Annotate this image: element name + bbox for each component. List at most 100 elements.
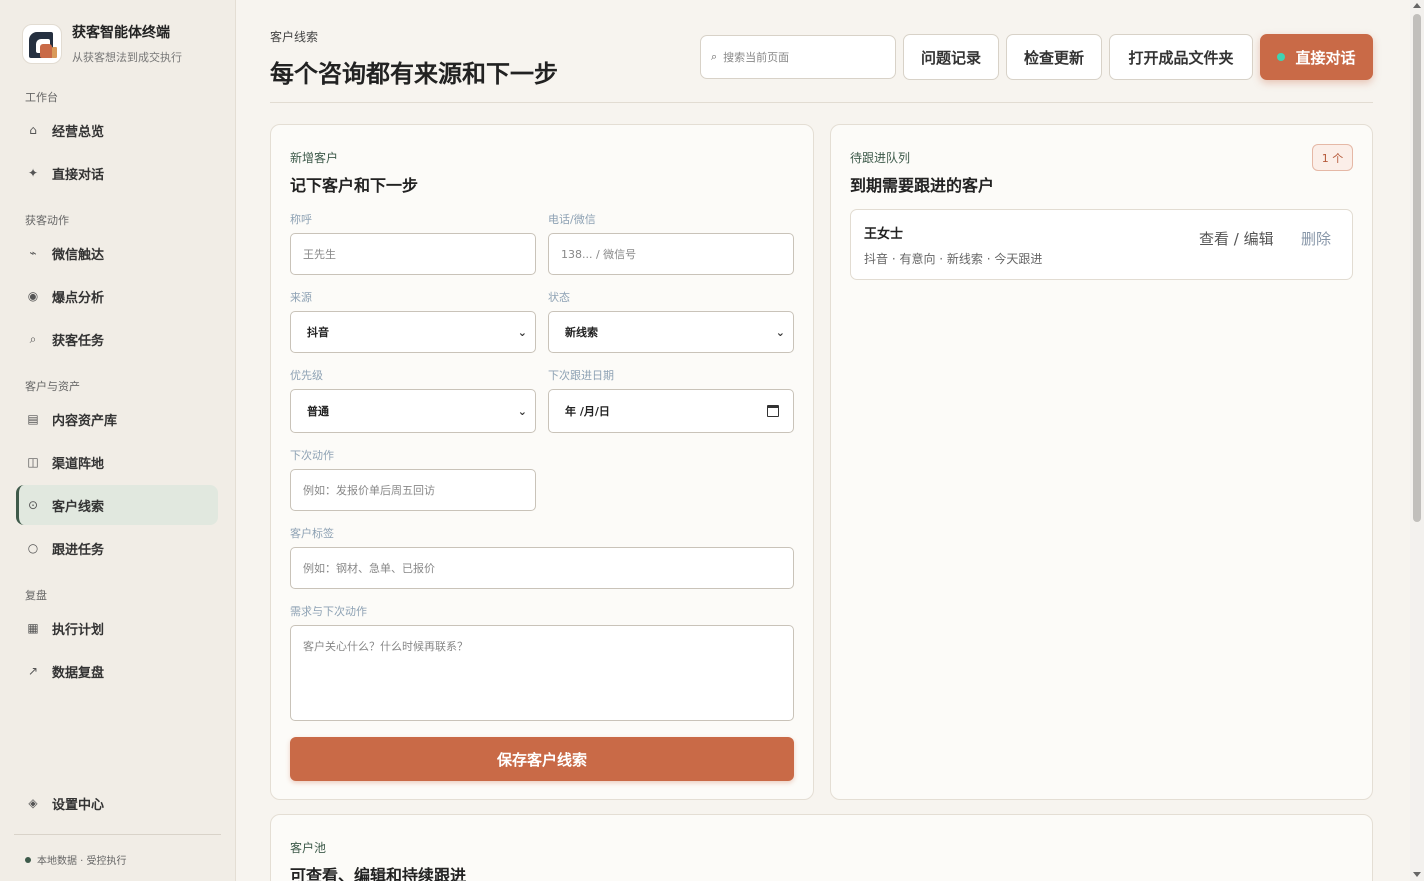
sidebar-item-tasks[interactable]: ⌕ 获客任务 bbox=[16, 319, 218, 359]
status-select[interactable]: 新线索 ⌄ bbox=[548, 311, 794, 353]
sidebar-item-label: 经营总览 bbox=[52, 124, 105, 140]
phone-label: 电话/微信 bbox=[548, 213, 596, 226]
delete-link[interactable]: 删除 bbox=[1301, 228, 1331, 249]
home-icon: ⌂ bbox=[29, 123, 37, 137]
sidebar-item-plan[interactable]: ▦ 执行计划 bbox=[16, 608, 218, 648]
page-title: 每个咨询都有来源和下一步 bbox=[270, 60, 558, 88]
scroll-thumb[interactable] bbox=[1413, 14, 1421, 522]
sidebar: 获客智能体终端 从获客想法到成交执行 工作台 ⌂ 经营总览 ✦ 直接对话 获客动… bbox=[0, 0, 236, 881]
section-label-review: 复盘 bbox=[25, 589, 47, 602]
next-date-label: 下次跟进日期 bbox=[548, 369, 614, 382]
search-box[interactable]: ⌕ bbox=[700, 35, 896, 79]
direct-chat-label: 直接对话 bbox=[1295, 48, 1356, 67]
queue-item: 王女士 抖音 · 有意向 · 新线索 · 今天跟进 查看 / 编辑 删除 bbox=[850, 209, 1353, 280]
sidebar-item-followups[interactable]: ○ 跟进任务 bbox=[16, 528, 218, 568]
sidebar-item-hot-analysis[interactable]: ◉ 爆点分析 bbox=[16, 276, 218, 316]
sparkle-icon: ✦ bbox=[27, 166, 39, 180]
view-edit-link[interactable]: 查看 / 编辑 bbox=[1199, 228, 1274, 249]
search-icon: ⌕ bbox=[29, 331, 37, 346]
tags-field[interactable] bbox=[290, 547, 794, 589]
issue-log-button[interactable]: 问题记录 bbox=[903, 34, 999, 80]
scroll-up-icon[interactable] bbox=[1413, 3, 1421, 8]
sidebar-divider bbox=[14, 834, 221, 835]
sidebar-item-assets[interactable]: ▤ 内容资产库 bbox=[16, 399, 218, 439]
tags-label: 客户标签 bbox=[290, 527, 334, 540]
source-select[interactable]: 抖音 ⌄ bbox=[290, 311, 536, 353]
footer-status-text: 本地数据 · 受控执行 bbox=[37, 856, 127, 867]
queue-title: 到期需要跟进的客户 bbox=[850, 176, 995, 195]
section-label-customers: 客户与资产 bbox=[25, 380, 80, 393]
brand: 获客智能体终端 从获客想法到成交执行 bbox=[22, 24, 182, 65]
brand-title: 获客智能体终端 bbox=[72, 25, 170, 41]
name-field[interactable] bbox=[290, 233, 536, 275]
sidebar-item-label: 执行计划 bbox=[52, 622, 105, 638]
direct-chat-button[interactable]: 直接对话 bbox=[1260, 34, 1373, 80]
circle-icon: ○ bbox=[27, 541, 39, 555]
search-icon: ⌕ bbox=[711, 50, 718, 63]
page-scrollbar[interactable] bbox=[1410, 0, 1424, 881]
header-divider bbox=[270, 102, 1373, 103]
online-dot-icon bbox=[1277, 53, 1286, 61]
target-icon: ◉ bbox=[27, 289, 39, 303]
sidebar-item-label: 设置中心 bbox=[52, 797, 105, 813]
list-icon: ▤ bbox=[27, 412, 39, 426]
sidebar-item-label: 直接对话 bbox=[52, 167, 105, 183]
status-value: 新线索 bbox=[565, 326, 598, 339]
sidebar-item-chat[interactable]: ✦ 直接对话 bbox=[16, 153, 218, 193]
wave-icon: ⌁ bbox=[29, 246, 37, 260]
sidebar-item-label: 客户线索 bbox=[52, 499, 105, 515]
phone-field[interactable] bbox=[548, 233, 794, 275]
sidebar-item-settings[interactable]: ◈ 设置中心 bbox=[16, 783, 218, 823]
priority-select[interactable]: 普通 ⌄ bbox=[290, 389, 536, 433]
section-label-acquisition: 获客动作 bbox=[25, 214, 69, 227]
next-date-value: 年 /月/日 bbox=[565, 405, 610, 418]
sidebar-item-label: 内容资产库 bbox=[52, 413, 118, 429]
queue-item-meta: 抖音 · 有意向 · 新线索 · 今天跟进 bbox=[864, 252, 1043, 266]
needs-label: 需求与下次动作 bbox=[290, 605, 367, 618]
status-label: 状态 bbox=[548, 291, 570, 304]
section-label-workbench: 工作台 bbox=[25, 91, 58, 104]
sidebar-item-label: 数据复盘 bbox=[52, 665, 105, 681]
sidebar-item-overview[interactable]: ⌂ 经营总览 bbox=[16, 110, 218, 150]
form-title: 记下客户和下一步 bbox=[290, 176, 419, 195]
queue-item-name: 王女士 bbox=[864, 227, 904, 242]
dot-circle-icon: ⊙ bbox=[27, 498, 39, 512]
open-output-folder-button[interactable]: 打开成品文件夹 bbox=[1109, 34, 1253, 80]
chevron-down-icon: ⌄ bbox=[517, 326, 527, 339]
save-lead-button[interactable]: 保存客户线索 bbox=[290, 737, 794, 781]
sidebar-item-wechat[interactable]: ⌁ 微信触达 bbox=[16, 233, 218, 273]
source-label: 来源 bbox=[290, 291, 312, 304]
grid-icon: ▦ bbox=[27, 621, 39, 635]
form-eyebrow: 新增客户 bbox=[290, 151, 339, 165]
pool-title: 可查看、编辑和持续跟进 bbox=[290, 866, 467, 881]
sidebar-item-label: 渠道阵地 bbox=[52, 456, 105, 472]
next-date-picker[interactable]: 年 /月/日 bbox=[548, 389, 794, 433]
sidebar-item-label: 跟进任务 bbox=[52, 542, 105, 558]
columns-icon: ◫ bbox=[27, 455, 39, 469]
chevron-down-icon: ⌄ bbox=[517, 405, 527, 418]
pool-eyebrow: 客户池 bbox=[290, 841, 327, 855]
next-action-label: 下次动作 bbox=[290, 449, 334, 462]
sidebar-item-channels[interactable]: ◫ 渠道阵地 bbox=[16, 442, 218, 482]
queue-eyebrow: 待跟进队列 bbox=[850, 151, 911, 165]
priority-label: 优先级 bbox=[290, 369, 323, 382]
next-action-field[interactable] bbox=[290, 469, 536, 511]
trend-icon: ↗ bbox=[27, 664, 39, 678]
chevron-down-icon: ⌄ bbox=[775, 326, 785, 339]
calendar-icon[interactable] bbox=[767, 405, 779, 417]
sidebar-item-data-review[interactable]: ↗ 数据复盘 bbox=[16, 651, 218, 691]
queue-count-badge: 1 个 bbox=[1312, 144, 1353, 171]
scroll-down-icon[interactable] bbox=[1413, 872, 1421, 877]
sidebar-item-leads[interactable]: ⊙ 客户线索 bbox=[16, 485, 218, 525]
sidebar-item-label: 微信触达 bbox=[52, 247, 105, 263]
sidebar-item-label: 获客任务 bbox=[52, 333, 105, 349]
check-update-button[interactable]: 检查更新 bbox=[1006, 34, 1102, 80]
footer-status: 本地数据 · 受控执行 bbox=[25, 852, 127, 867]
diamond-icon: ◈ bbox=[28, 796, 38, 810]
page-eyebrow: 客户线索 bbox=[270, 30, 319, 44]
source-value: 抖音 bbox=[307, 326, 329, 339]
name-label: 称呼 bbox=[290, 213, 312, 226]
needs-textarea[interactable] bbox=[290, 625, 794, 721]
status-dot-icon bbox=[25, 856, 31, 863]
search-input[interactable] bbox=[723, 50, 884, 64]
